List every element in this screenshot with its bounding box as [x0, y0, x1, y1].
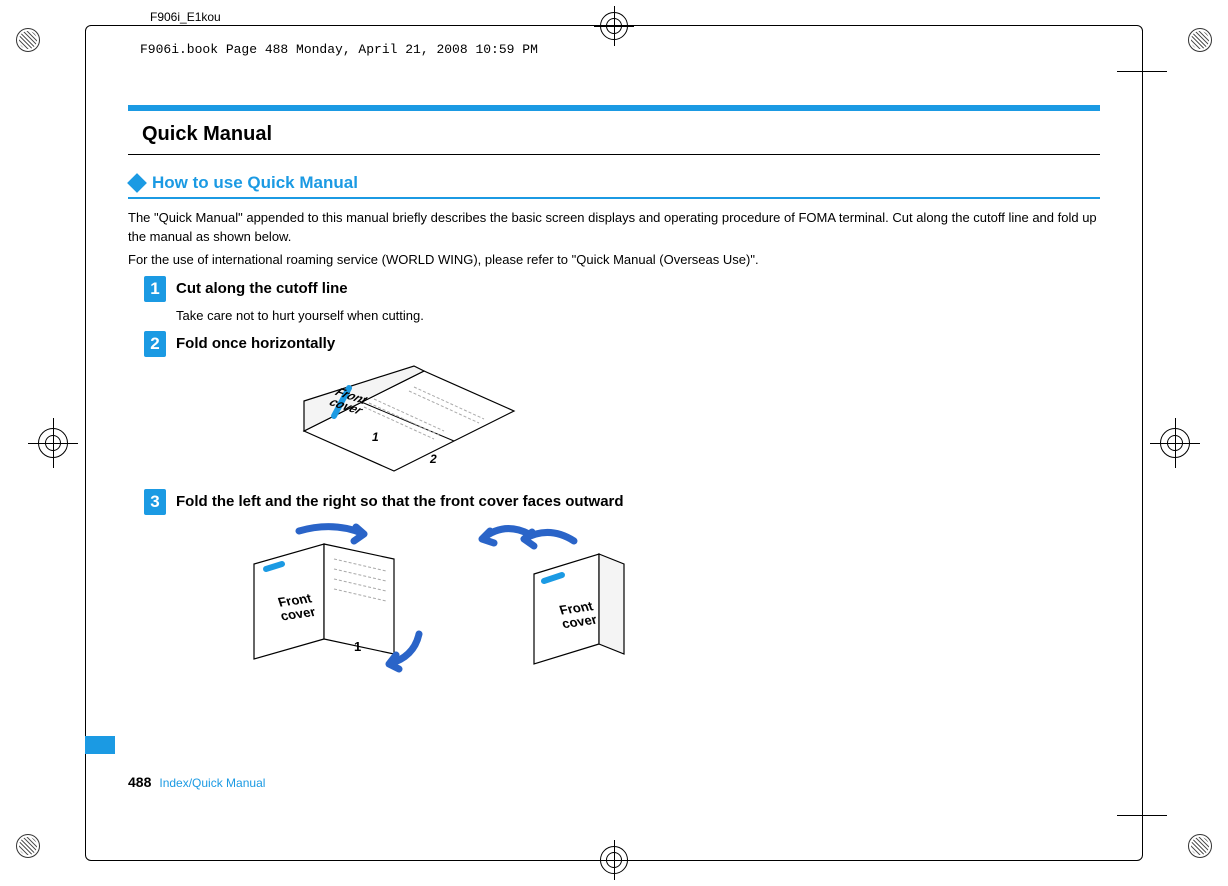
step-title: Cut along the cutoff line [176, 280, 348, 297]
subsection-header: How to use Quick Manual [128, 173, 1100, 193]
intro-text-2: For the use of international roaming ser… [128, 251, 1100, 270]
section-rule [128, 154, 1100, 155]
crosshair-icon [594, 840, 634, 880]
step-note: Take care not to hurt yourself when cutt… [176, 308, 1100, 323]
section-bar [128, 105, 1100, 111]
page-label-2: 2 [429, 452, 437, 466]
diamond-icon [127, 173, 147, 193]
page-label-1: 1 [372, 430, 379, 444]
crosshair-icon [28, 418, 78, 468]
step-number: 1 [144, 276, 166, 302]
reg-mark-bl [16, 834, 40, 858]
reg-mark-tr [1188, 28, 1212, 52]
page-footer: 488 Index/Quick Manual [128, 774, 265, 790]
print-info-line: F906i.book Page 488 Monday, April 21, 20… [140, 42, 538, 57]
subsection-underline [128, 197, 1100, 199]
page-number: 488 [128, 774, 151, 790]
step-title: Fold once horizontally [176, 335, 335, 352]
step-3: 3 Fold the left and the right so that th… [144, 489, 1100, 681]
reg-mark-tl [16, 28, 40, 52]
crosshair-icon [1150, 418, 1200, 468]
intro-text-1: The "Quick Manual" appended to this manu… [128, 209, 1100, 247]
page-content: Quick Manual How to use Quick Manual The… [128, 105, 1100, 786]
page-label-1: 1 [354, 639, 361, 654]
footer-section: Index/Quick Manual [159, 776, 265, 790]
document-id: F906i_E1kou [150, 10, 221, 24]
crosshair-icon [1117, 790, 1167, 840]
step-1: 1 Cut along the cutoff line Take care no… [144, 276, 1100, 323]
fold-cover-illustration: Front cover 1 Front cover [204, 519, 1100, 681]
crosshair-icon [1117, 46, 1167, 96]
reg-mark-br [1188, 834, 1212, 858]
subsection-title: How to use Quick Manual [152, 173, 358, 193]
steps-list: 1 Cut along the cutoff line Take care no… [144, 276, 1100, 681]
step-number: 2 [144, 331, 166, 357]
crosshair-icon [594, 6, 634, 46]
page-tab-marker [85, 736, 115, 754]
step-title: Fold the left and the right so that the … [176, 493, 624, 510]
section-title: Quick Manual [142, 123, 1100, 146]
fold-sheet-illustration: Front cover 1 2 [264, 361, 1100, 481]
step-number: 3 [144, 489, 166, 515]
step-2: 2 Fold once horizontally Front cover [144, 331, 1100, 481]
